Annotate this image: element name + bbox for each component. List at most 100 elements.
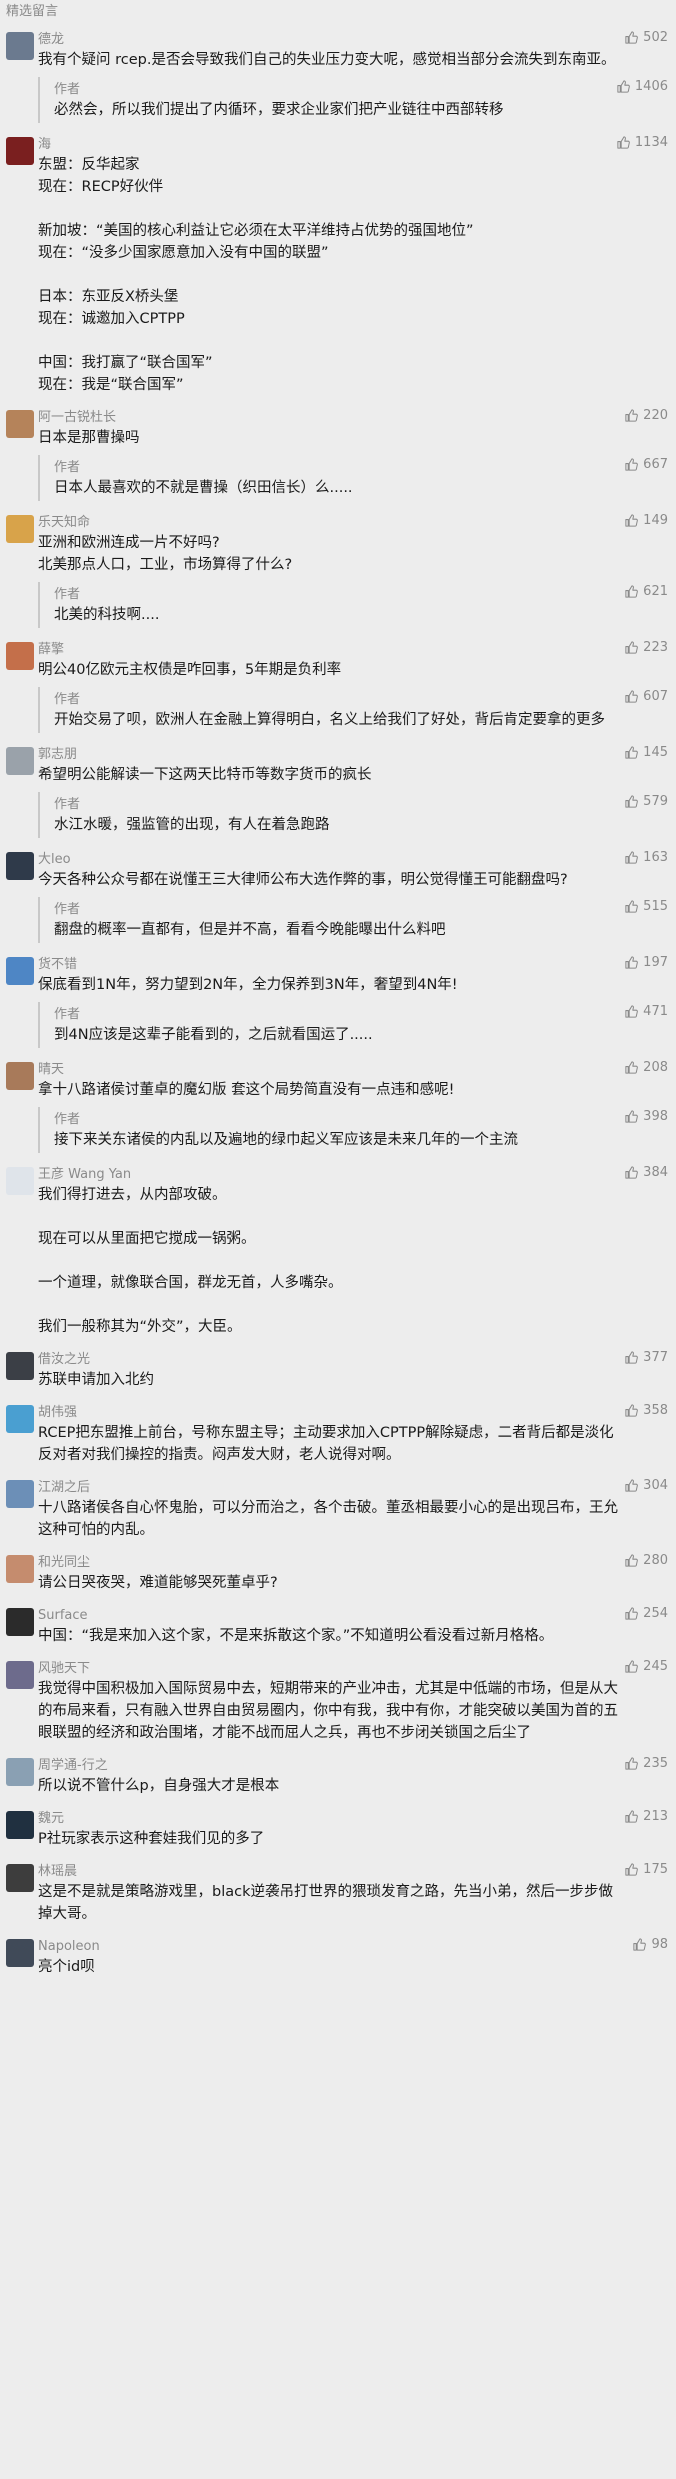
comment-item: Surface 254 中国：“我是来加入这个家，不是来拆散这个家。”不知道明公看没… [0,1600,676,1647]
avatar[interactable] [6,1062,34,1090]
avatar[interactable] [6,747,34,775]
avatar[interactable] [6,32,34,60]
like-button[interactable]: 197 [624,955,668,970]
thumbs-up-icon [625,746,639,759]
reply-like-button[interactable]: 579 [624,794,668,809]
like-button[interactable]: 377 [624,1350,668,1365]
avatar[interactable] [6,1167,34,1195]
comment-item: 胡伟强 358 RCEP把东盟推上前台，号称东盟主导；主动要求加入CPTPP解除疑虑… [0,1397,676,1466]
avatar[interactable] [6,1480,34,1508]
comment-text: 苏联申请加入北约 [38,1372,154,1388]
commenter-name: Napoleon [38,1939,100,1954]
author-reply: 作者 471 到4N应该是这辈子能看到的，之后就看国运了..... [38,1002,668,1048]
author-reply: 作者 579 水江水暖，强监管的出现，有人在着急跑路 [38,792,668,838]
avatar[interactable] [6,1758,34,1786]
thumbs-up-icon [617,136,630,149]
avatar[interactable] [6,410,34,438]
thumbs-up-icon [625,956,639,969]
like-count: 213 [643,1809,668,1824]
thumbs-up-icon [625,795,639,808]
avatar[interactable] [6,1661,34,1689]
avatar[interactable] [6,1405,34,1433]
like-button[interactable]: 254 [624,1606,668,1621]
reply-like-button[interactable]: 607 [624,689,668,704]
like-button[interactable]: 213 [624,1809,668,1824]
avatar[interactable] [6,957,34,985]
comment-text: 这是不是就是策略游戏里，black逆袭吊打世界的猥琐发育之路，先当小弟，然后一步… [38,1884,613,1922]
like-count: 197 [643,955,668,970]
avatar[interactable] [6,1555,34,1583]
avatar[interactable] [6,1811,34,1839]
like-button[interactable]: 220 [624,408,668,423]
reply-text: 接下来关东诸侯的内乱以及遍地的绿巾起义军应该是未来几年的一个主流 [54,1132,518,1148]
comment-text: P社玩家表示这种套娃我们见的多了 [38,1831,265,1847]
commenter-name: 货不错 [38,957,78,972]
reply-like-count: 471 [643,1004,668,1019]
like-button[interactable]: 358 [624,1403,668,1418]
commenter-name: 薛擎 [38,642,65,657]
commenter-name: 周学通-行之 [38,1758,108,1773]
like-button[interactable]: 223 [624,640,668,655]
like-button[interactable]: 384 [624,1165,668,1180]
commenter-name: 晴天 [38,1062,65,1077]
reply-like-button[interactable]: 398 [624,1109,668,1124]
author-reply: 作者 398 接下来关东诸侯的内乱以及遍地的绿巾起义军应该是未来几年的一个主流 [38,1107,668,1153]
thumbs-up-icon [625,1863,639,1876]
comment-item: 林瑶晨 175 这是不是就是策略游戏里，black逆袭吊打世界的猥琐发育之路，先当小… [0,1856,676,1925]
thumbs-up-icon [625,641,639,654]
reply-like-count: 579 [643,794,668,809]
avatar[interactable] [6,852,34,880]
reply-like-button[interactable]: 621 [624,584,668,599]
reply-text: 必然会，所以我们提出了内循环，要求企业家们把产业链往中西部转移 [54,102,504,118]
comment-text: 我觉得中国积极加入国际贸易中去，短期带来的产业冲击，尤其是中低端的市场，但是从大… [38,1681,618,1741]
like-button[interactable]: 163 [624,850,668,865]
thumbs-up-icon [625,1351,639,1364]
like-button[interactable]: 235 [624,1756,668,1771]
like-button[interactable]: 502 [624,30,668,45]
avatar[interactable] [6,1352,34,1380]
like-button[interactable]: 98 [632,1937,668,1952]
avatar[interactable] [6,137,34,165]
like-button[interactable]: 175 [624,1862,668,1877]
comment-text: 中国：“我是来加入这个家，不是来拆散这个家。”不知道明公看没看过新月格格。 [38,1628,554,1644]
thumbs-up-icon [625,1479,639,1492]
reply-author-label: 作者 [54,1112,81,1127]
reply-like-button[interactable]: 471 [624,1004,668,1019]
like-button[interactable]: 208 [624,1060,668,1075]
thumbs-up-icon [625,851,639,864]
avatar[interactable] [6,642,34,670]
like-button[interactable]: 280 [624,1553,668,1568]
like-button[interactable]: 145 [624,745,668,760]
avatar[interactable] [6,1939,34,1967]
reply-like-count: 607 [643,689,668,704]
like-button[interactable]: 304 [624,1478,668,1493]
commenter-name: 借汝之光 [38,1352,91,1367]
comment-item: 海 1134 东盟：反华起家 现在：RECP好伙伴 新加坡：“美国的核心利益让它必须… [0,129,676,396]
reply-author-label: 作者 [54,692,81,707]
thumbs-up-icon [625,1110,639,1123]
reply-text: 开始交易了呗，欧洲人在金融上算得明白，名义上给我们了好处，背后肯定要拿的更多 [54,712,605,728]
avatar[interactable] [6,515,34,543]
reply-author-label: 作者 [54,587,81,602]
commenter-name: 江湖之后 [38,1480,91,1495]
like-button[interactable]: 1134 [616,135,668,150]
avatar[interactable] [6,1608,34,1636]
comment-text: 我们得打进去，从内部攻破。 现在可以从里面把它搅成一锅粥。 一个道理，就像联合国… [38,1187,343,1335]
like-button[interactable]: 149 [624,513,668,528]
reply-like-button[interactable]: 1406 [616,79,668,94]
like-button[interactable]: 245 [624,1659,668,1674]
avatar[interactable] [6,1864,34,1892]
reply-like-count: 621 [643,584,668,599]
comment-text: 今天各种公众号都在说懂王三大律师公布大选作弊的事，明公觉得懂王可能翻盘吗? [38,872,568,888]
thumbs-up-icon [625,900,639,913]
comment-item: 风驰天下 245 我觉得中国积极加入国际贸易中去，短期带来的产业冲击，尤其是中低端的… [0,1653,676,1744]
thumbs-up-icon [625,1554,639,1567]
reply-like-button[interactable]: 667 [624,457,668,472]
thumbs-up-icon [625,585,639,598]
comment-item: 魏元 213 P社玩家表示这种套娃我们见的多了 [0,1803,676,1850]
reply-like-count: 1406 [634,79,668,94]
reply-like-button[interactable]: 515 [624,899,668,914]
comment-item: 借汝之光 377 苏联申请加入北约 [0,1344,676,1391]
comment-item: 大leo 163 今天各种公众号都在说懂王三大律师公布大选作弊的事，明公觉得懂王可能… [0,844,676,943]
comment-item: 货不错 197 保底看到1N年，努力望到2N年，全力保养到3N年，奢望到4N年! 作者… [0,949,676,1048]
